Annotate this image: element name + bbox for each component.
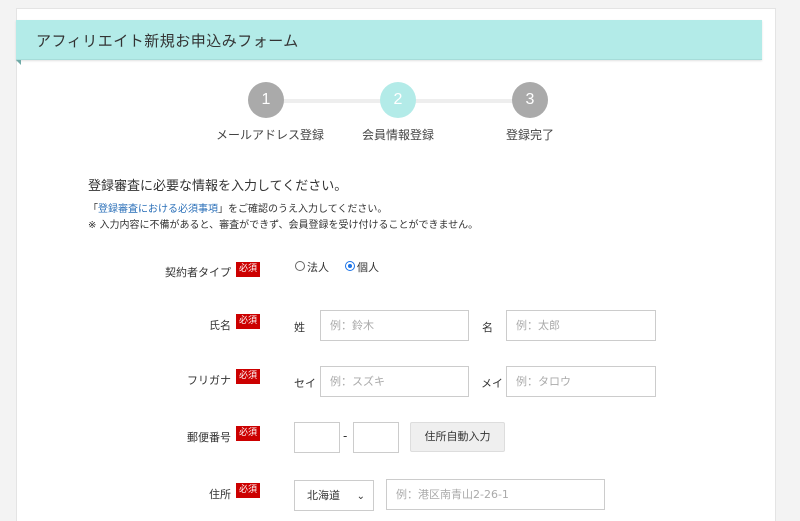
name-label: 氏名 [209, 319, 231, 332]
required-badge: 必須 [236, 262, 260, 277]
chevron-down-icon: ⌄ [356, 491, 365, 502]
required-badge: 必須 [236, 369, 260, 384]
requirements-link[interactable]: 登録審査における必須事項 [98, 204, 218, 215]
last-name-label: 姓 [294, 321, 305, 334]
required-badge: 必須 [236, 426, 260, 441]
postal-code-second-input[interactable] [353, 422, 399, 453]
first-kana-input[interactable] [506, 366, 656, 397]
required-badge: 必須 [236, 483, 260, 498]
postal-code-first-input[interactable] [294, 422, 340, 453]
step-1-circle: 1 [248, 82, 284, 118]
postal-separator: - [343, 429, 348, 443]
prefecture-selected-value: 北海道 [307, 489, 340, 502]
postal-code-label: 郵便番号 [187, 431, 231, 444]
contract-type-label: 契約者タイプ [165, 266, 231, 279]
last-name-input[interactable] [320, 310, 469, 341]
address-input[interactable] [386, 479, 605, 510]
step-1-label: メールアドレス登録 [215, 128, 324, 142]
first-kana-label: メイ [481, 377, 503, 390]
note-suffix: 」をご確認のうえ入力してください。 [218, 204, 388, 215]
banner-fold [16, 60, 21, 65]
note-prefix: 「 [88, 204, 98, 215]
warning-note: ※ 入力内容に不備があると、審査ができず、会員登録を受け付けることができません。 [88, 220, 479, 231]
radio-individual-label: 個人 [357, 261, 379, 274]
step-2-label: 会員情報登録 [361, 128, 434, 142]
address-autofill-button[interactable]: 住所自動入力 [410, 422, 505, 452]
form-title-banner: アフィリエイト新規お申込みフォーム [16, 20, 762, 60]
step-2-circle: 2 [380, 82, 416, 118]
requirements-note: 「登録審査における必須事項」をご確認のうえ入力してください。 [88, 200, 387, 215]
radio-individual[interactable] [345, 261, 355, 271]
step-connector-2 [398, 99, 530, 103]
first-name-input[interactable] [506, 310, 656, 341]
required-badge: 必須 [236, 314, 260, 329]
step-3-label: 登録完了 [505, 128, 554, 142]
kana-label: フリガナ [187, 374, 231, 387]
step-connector-1 [266, 99, 398, 103]
prefecture-select[interactable]: 北海道 ⌄ [294, 480, 374, 511]
step-3-circle: 3 [512, 82, 548, 118]
radio-corporate[interactable] [295, 261, 305, 271]
radio-corporate-label: 法人 [307, 261, 329, 274]
address-label: 住所 [209, 488, 231, 501]
last-kana-input[interactable] [320, 366, 469, 397]
page-title: アフィリエイト新規お申込みフォーム [36, 32, 299, 50]
intro-heading: 登録審査に必要な情報を入力してください。 [88, 179, 348, 194]
first-name-label: 名 [482, 321, 493, 334]
last-kana-label: セイ [294, 377, 316, 390]
